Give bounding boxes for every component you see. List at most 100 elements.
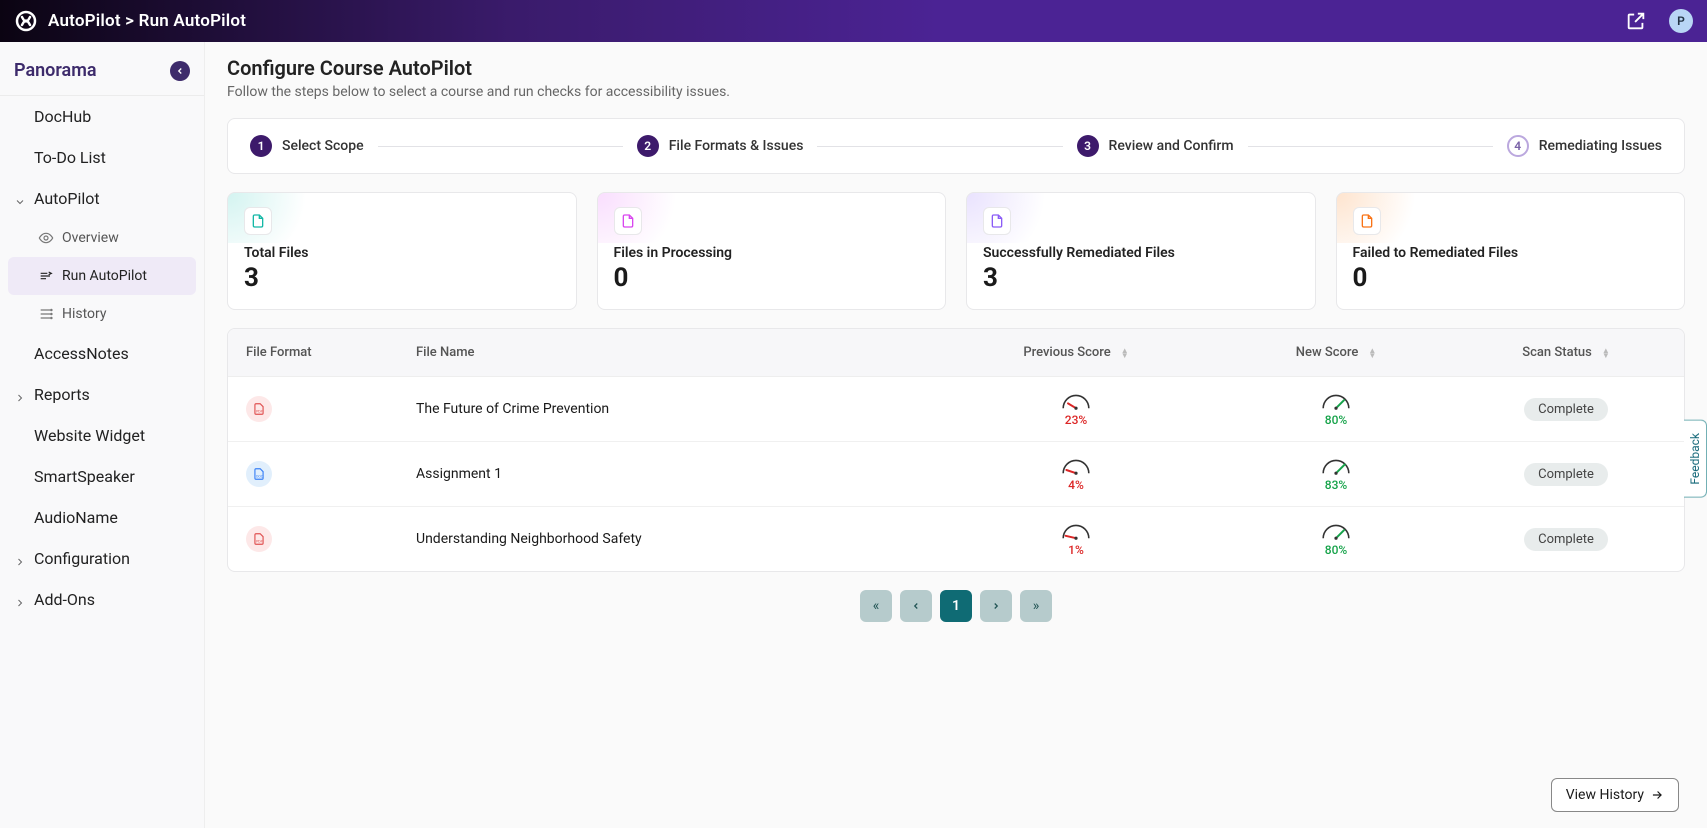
file-icon (244, 207, 272, 235)
main-content: Configure Course AutoPilot Follow the st… (205, 42, 1707, 828)
step-2[interactable]: 2 File Formats & Issues (637, 135, 804, 157)
step-number: 2 (637, 135, 659, 157)
file-icon (1353, 207, 1381, 235)
view-history-button[interactable]: View History (1551, 778, 1679, 812)
sidebar-item-reports[interactable]: Reports (0, 374, 204, 415)
pdf-icon: PDF (246, 396, 272, 422)
product-title: Panorama (14, 60, 97, 81)
sidebar-item-label: Website Widget (34, 426, 145, 445)
col-scan-status[interactable]: Scan Status▲▼ (1466, 345, 1666, 360)
sidebar-item-dochub[interactable]: DocHub (0, 96, 204, 137)
doc-icon: DOC (246, 461, 272, 487)
gauge-new: 83% (1320, 456, 1352, 492)
sidebar-item-label: DocHub (34, 107, 91, 126)
arrow-right-icon (1650, 788, 1664, 802)
page-title: Configure Course AutoPilot (227, 56, 1685, 80)
gauge-new: 80% (1320, 521, 1352, 557)
sidebar-item-overview[interactable]: Overview (0, 219, 204, 257)
status-badge: Complete (1524, 463, 1608, 486)
col-file-format[interactable]: File Format (246, 345, 416, 360)
sidebar-item-label: SmartSpeaker (34, 467, 135, 486)
sidebar-item-history[interactable]: History (0, 295, 204, 333)
step-connector (378, 146, 623, 147)
chevron-right-icon (14, 389, 26, 401)
external-link-icon[interactable] (1625, 10, 1647, 32)
step-number: 4 (1507, 135, 1529, 157)
chevron-right-icon (14, 553, 26, 565)
feedback-tab[interactable]: Feedback (1684, 420, 1707, 498)
status-badge: Complete (1524, 528, 1608, 551)
page-number-button[interactable]: 1 (940, 590, 972, 622)
file-icon (614, 207, 642, 235)
sidebar-item-smartspeaker[interactable]: SmartSpeaker (0, 456, 204, 497)
app-logo-icon (14, 9, 38, 33)
view-history-label: View History (1566, 787, 1644, 803)
stat-value: 3 (244, 263, 560, 293)
sidebar-item-addons[interactable]: Add-Ons (0, 579, 204, 620)
top-bar: AutoPilot > Run AutoPilot P (0, 0, 1707, 42)
sort-icon: ▲▼ (1368, 348, 1376, 358)
step-label: Remediating Issues (1539, 138, 1662, 154)
sidebar-item-autopilot[interactable]: AutoPilot (0, 178, 204, 219)
step-label: File Formats & Issues (669, 138, 804, 154)
stat-card-failed: Failed to Remediated Files 0 (1336, 192, 1686, 310)
step-3[interactable]: 3 Review and Confirm (1077, 135, 1234, 157)
sidebar-item-accessnotes[interactable]: AccessNotes (0, 333, 204, 374)
sidebar-item-label: History (62, 306, 107, 322)
avatar[interactable]: P (1669, 9, 1693, 33)
stat-value: 3 (983, 263, 1299, 293)
sidebar-item-label: To-Do List (34, 148, 106, 167)
cell-file-name: Understanding Neighborhood Safety (416, 531, 946, 547)
svg-text:DOC: DOC (256, 475, 264, 479)
svg-text:PDF: PDF (256, 410, 263, 414)
pagination: « 1 » (227, 590, 1685, 622)
table-row[interactable]: DOC Assignment 1 4% 83% Complete (228, 442, 1684, 507)
step-4[interactable]: 4 Remediating Issues (1507, 135, 1662, 157)
stat-label: Successfully Remediated Files (983, 245, 1299, 261)
collapse-sidebar-icon[interactable] (170, 61, 190, 81)
stat-card-processing: Files in Processing 0 (597, 192, 947, 310)
step-connector (1248, 146, 1493, 147)
sidebar-item-run-autopilot[interactable]: Run AutoPilot (8, 257, 196, 295)
results-table: File Format File Name Previous Score▲▼ N… (227, 328, 1685, 572)
step-1[interactable]: 1 Select Scope (250, 135, 364, 157)
step-label: Review and Confirm (1109, 138, 1234, 154)
step-number: 3 (1077, 135, 1099, 157)
stat-label: Total Files (244, 245, 560, 261)
breadcrumb: AutoPilot > Run AutoPilot (48, 11, 246, 31)
page-next-button[interactable] (980, 590, 1012, 622)
svg-text:PDF: PDF (256, 540, 263, 544)
page-last-button[interactable]: » (1020, 590, 1052, 622)
history-icon (38, 306, 54, 322)
sidebar-item-configuration[interactable]: Configuration (0, 538, 204, 579)
eye-icon (38, 230, 54, 246)
stat-cards: Total Files 3 Files in Processing 0 Succ… (227, 192, 1685, 310)
step-number: 1 (250, 135, 272, 157)
cell-file-name: Assignment 1 (416, 466, 946, 482)
page-first-button[interactable]: « (860, 590, 892, 622)
col-previous-score[interactable]: Previous Score▲▼ (946, 345, 1206, 360)
step-connector (817, 146, 1062, 147)
sidebar-item-audioname[interactable]: AudioName (0, 497, 204, 538)
chevron-down-icon (14, 193, 26, 205)
sidebar-item-label: Reports (34, 385, 90, 404)
table-row[interactable]: PDF Understanding Neighborhood Safety 1%… (228, 507, 1684, 571)
col-file-name[interactable]: File Name (416, 345, 946, 360)
gauge-previous: 4% (1060, 456, 1092, 492)
stat-label: Files in Processing (614, 245, 930, 261)
sidebar-item-todolist[interactable]: To-Do List (0, 137, 204, 178)
sidebar-header: Panorama (0, 54, 204, 96)
stat-label: Failed to Remediated Files (1353, 245, 1669, 261)
stat-card-total-files: Total Files 3 (227, 192, 577, 310)
run-icon (38, 268, 54, 284)
sort-icon: ▲▼ (1121, 348, 1129, 358)
chevron-right-icon (14, 594, 26, 606)
table-row[interactable]: PDF The Future of Crime Prevention 23% 8… (228, 377, 1684, 442)
sidebar-item-label: Add-Ons (34, 590, 95, 609)
sidebar-item-label: Configuration (34, 549, 130, 568)
stepper: 1 Select Scope 2 File Formats & Issues 3… (227, 118, 1685, 174)
col-new-score[interactable]: New Score▲▼ (1206, 345, 1466, 360)
sidebar-item-website-widget[interactable]: Website Widget (0, 415, 204, 456)
page-prev-button[interactable] (900, 590, 932, 622)
status-badge: Complete (1524, 398, 1608, 421)
